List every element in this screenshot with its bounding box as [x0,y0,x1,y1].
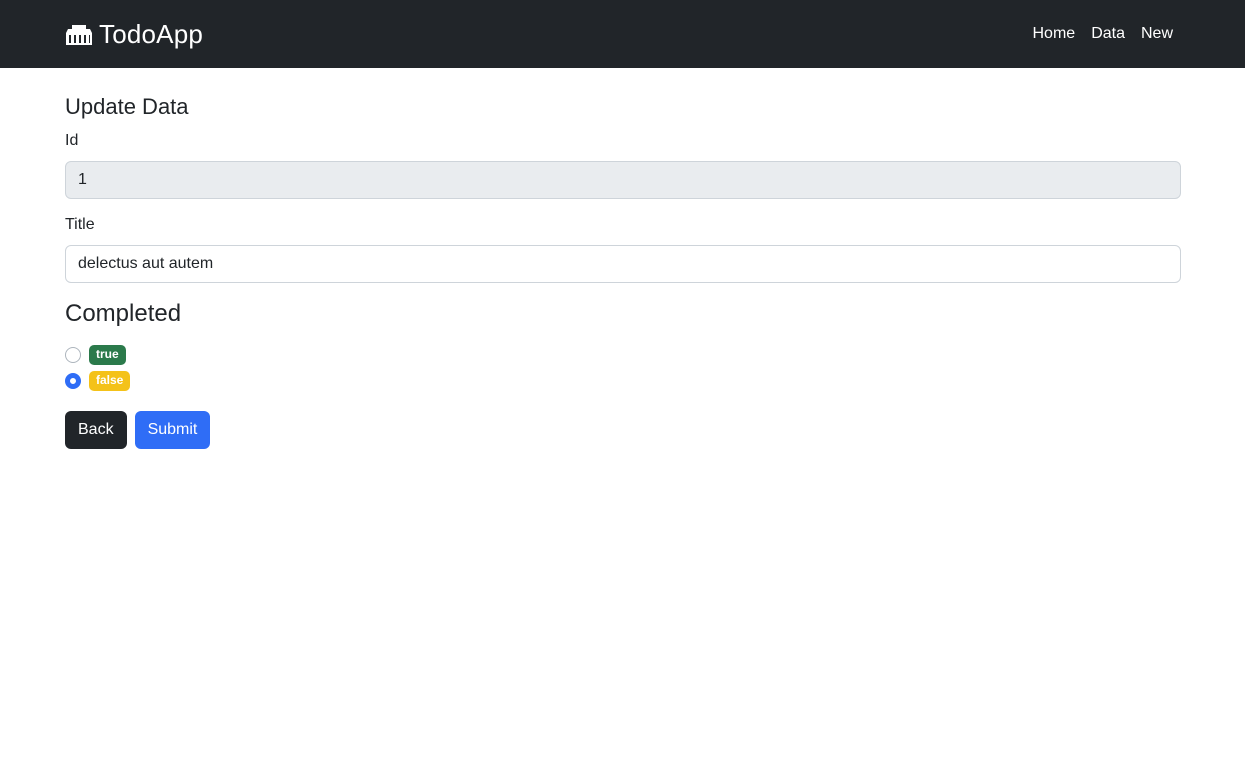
submit-button[interactable]: Submit [134,411,211,449]
main-content: Update Data Id Title Completed true fals… [0,68,1245,449]
back-button[interactable]: Back [65,411,127,449]
title-field[interactable] [65,245,1181,283]
building-icon [66,25,92,45]
radio-option-false: false [65,368,1181,394]
page-title: Update Data [65,94,189,119]
title-group: Title [65,216,1181,283]
id-field[interactable] [65,161,1181,199]
brand-link[interactable]: TodoApp [65,19,203,50]
title-label: Title [65,216,95,233]
radio-option-true: true [65,342,1181,368]
id-group: Id [65,132,1181,199]
completed-heading: Completed [65,300,182,327]
form-buttons: Back Submit [65,411,1181,449]
nav-links: Home Data New [1017,25,1174,43]
nav-link-data[interactable]: Data [1091,25,1125,43]
radio-true[interactable] [65,347,81,363]
nav-link-home[interactable]: Home [1033,25,1076,43]
radio-false[interactable] [65,373,81,389]
badge-true: true [89,345,126,365]
navbar: TodoApp Home Data New [0,0,1245,68]
badge-false: false [89,371,131,391]
brand-text: TodoApp [99,18,204,49]
id-label: Id [65,132,79,149]
nav-link-new[interactable]: New [1141,25,1173,43]
